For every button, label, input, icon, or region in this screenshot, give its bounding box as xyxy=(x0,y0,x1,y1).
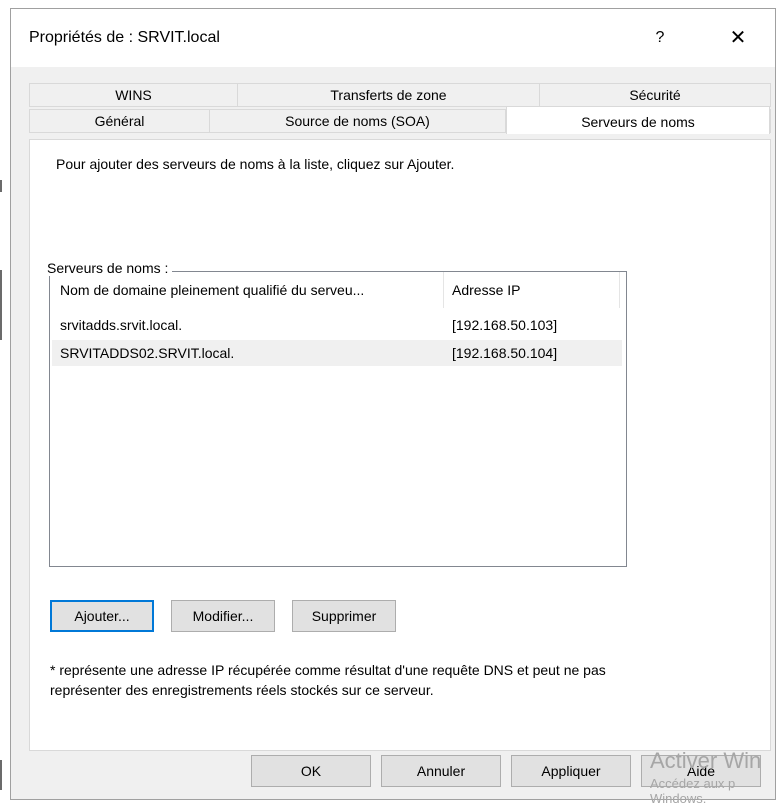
activation-watermark-line-3: Windows. xyxy=(650,791,707,806)
list-item[interactable]: SRVITADDS02.SRVIT.local. [192.168.50.104… xyxy=(52,340,622,366)
tab-wins[interactable]: WINS xyxy=(30,84,238,106)
remove-button[interactable]: Supprimer xyxy=(292,600,396,632)
title-bar: Propriétés de : SRVIT.local ? ✕ xyxy=(11,9,775,67)
background-edge-left-2 xyxy=(0,270,2,340)
background-edge-left xyxy=(0,180,2,192)
dns-note-line-2: représenter des enregistrements réels st… xyxy=(50,682,434,698)
column-header-fqdn[interactable]: Nom de domaine pleinement qualifié du se… xyxy=(52,272,444,308)
list-item-fqdn: srvitadds.srvit.local. xyxy=(60,317,183,333)
tab-soa[interactable]: Source de noms (SOA) xyxy=(210,110,506,132)
properties-dialog: Propriétés de : SRVIT.local ? ✕ WINS Tra… xyxy=(10,8,776,800)
list-header: Nom de domaine pleinement qualifié du se… xyxy=(50,272,626,308)
tab-row-bottom: Général Source de noms (SOA) Serveurs de… xyxy=(29,106,771,134)
ok-button[interactable]: OK xyxy=(251,755,371,787)
activation-watermark-text: Accédez aux p Windows. xyxy=(650,776,770,806)
close-icon[interactable]: ✕ xyxy=(721,23,755,53)
activation-watermark-title: Activer Win xyxy=(650,748,762,773)
name-servers-list[interactable]: Nom de domaine pleinement qualifié du se… xyxy=(49,271,627,567)
activation-watermark-line-2: Accédez aux p xyxy=(650,776,736,791)
instruction-text: Pour ajouter des serveurs de noms à la l… xyxy=(56,156,455,172)
name-servers-panel: Pour ajouter des serveurs de noms à la l… xyxy=(29,139,771,751)
tab-row-top: WINS Transferts de zone Sécurité xyxy=(29,83,771,107)
tab-security[interactable]: Sécurité xyxy=(540,84,770,106)
list-item-ip: [192.168.50.104] xyxy=(452,345,558,361)
apply-button[interactable]: Appliquer xyxy=(511,755,631,787)
list-item-ip: [192.168.50.103] xyxy=(452,317,558,333)
tab-name-servers[interactable]: Serveurs de noms xyxy=(506,106,770,134)
tab-general[interactable]: Général xyxy=(30,110,210,132)
dns-note: * représente une adresse IP récupérée co… xyxy=(50,660,760,700)
edit-button[interactable]: Modifier... xyxy=(171,600,275,632)
name-servers-label: Serveurs de noms : xyxy=(47,260,173,276)
tab-zone-transfers[interactable]: Transferts de zone xyxy=(238,84,540,106)
list-item[interactable]: srvitadds.srvit.local. [192.168.50.103] xyxy=(52,312,622,338)
list-item-fqdn: SRVITADDS02.SRVIT.local. xyxy=(60,345,235,361)
dns-note-line-1: * représente une adresse IP récupérée co… xyxy=(50,662,606,678)
help-icon[interactable]: ? xyxy=(643,23,677,53)
add-button[interactable]: Ajouter... xyxy=(50,600,154,632)
cancel-button[interactable]: Annuler xyxy=(381,755,501,787)
column-header-ip[interactable]: Adresse IP xyxy=(444,272,620,308)
window-title: Propriétés de : SRVIT.local xyxy=(29,29,220,46)
background-edge-left-3 xyxy=(0,760,2,790)
